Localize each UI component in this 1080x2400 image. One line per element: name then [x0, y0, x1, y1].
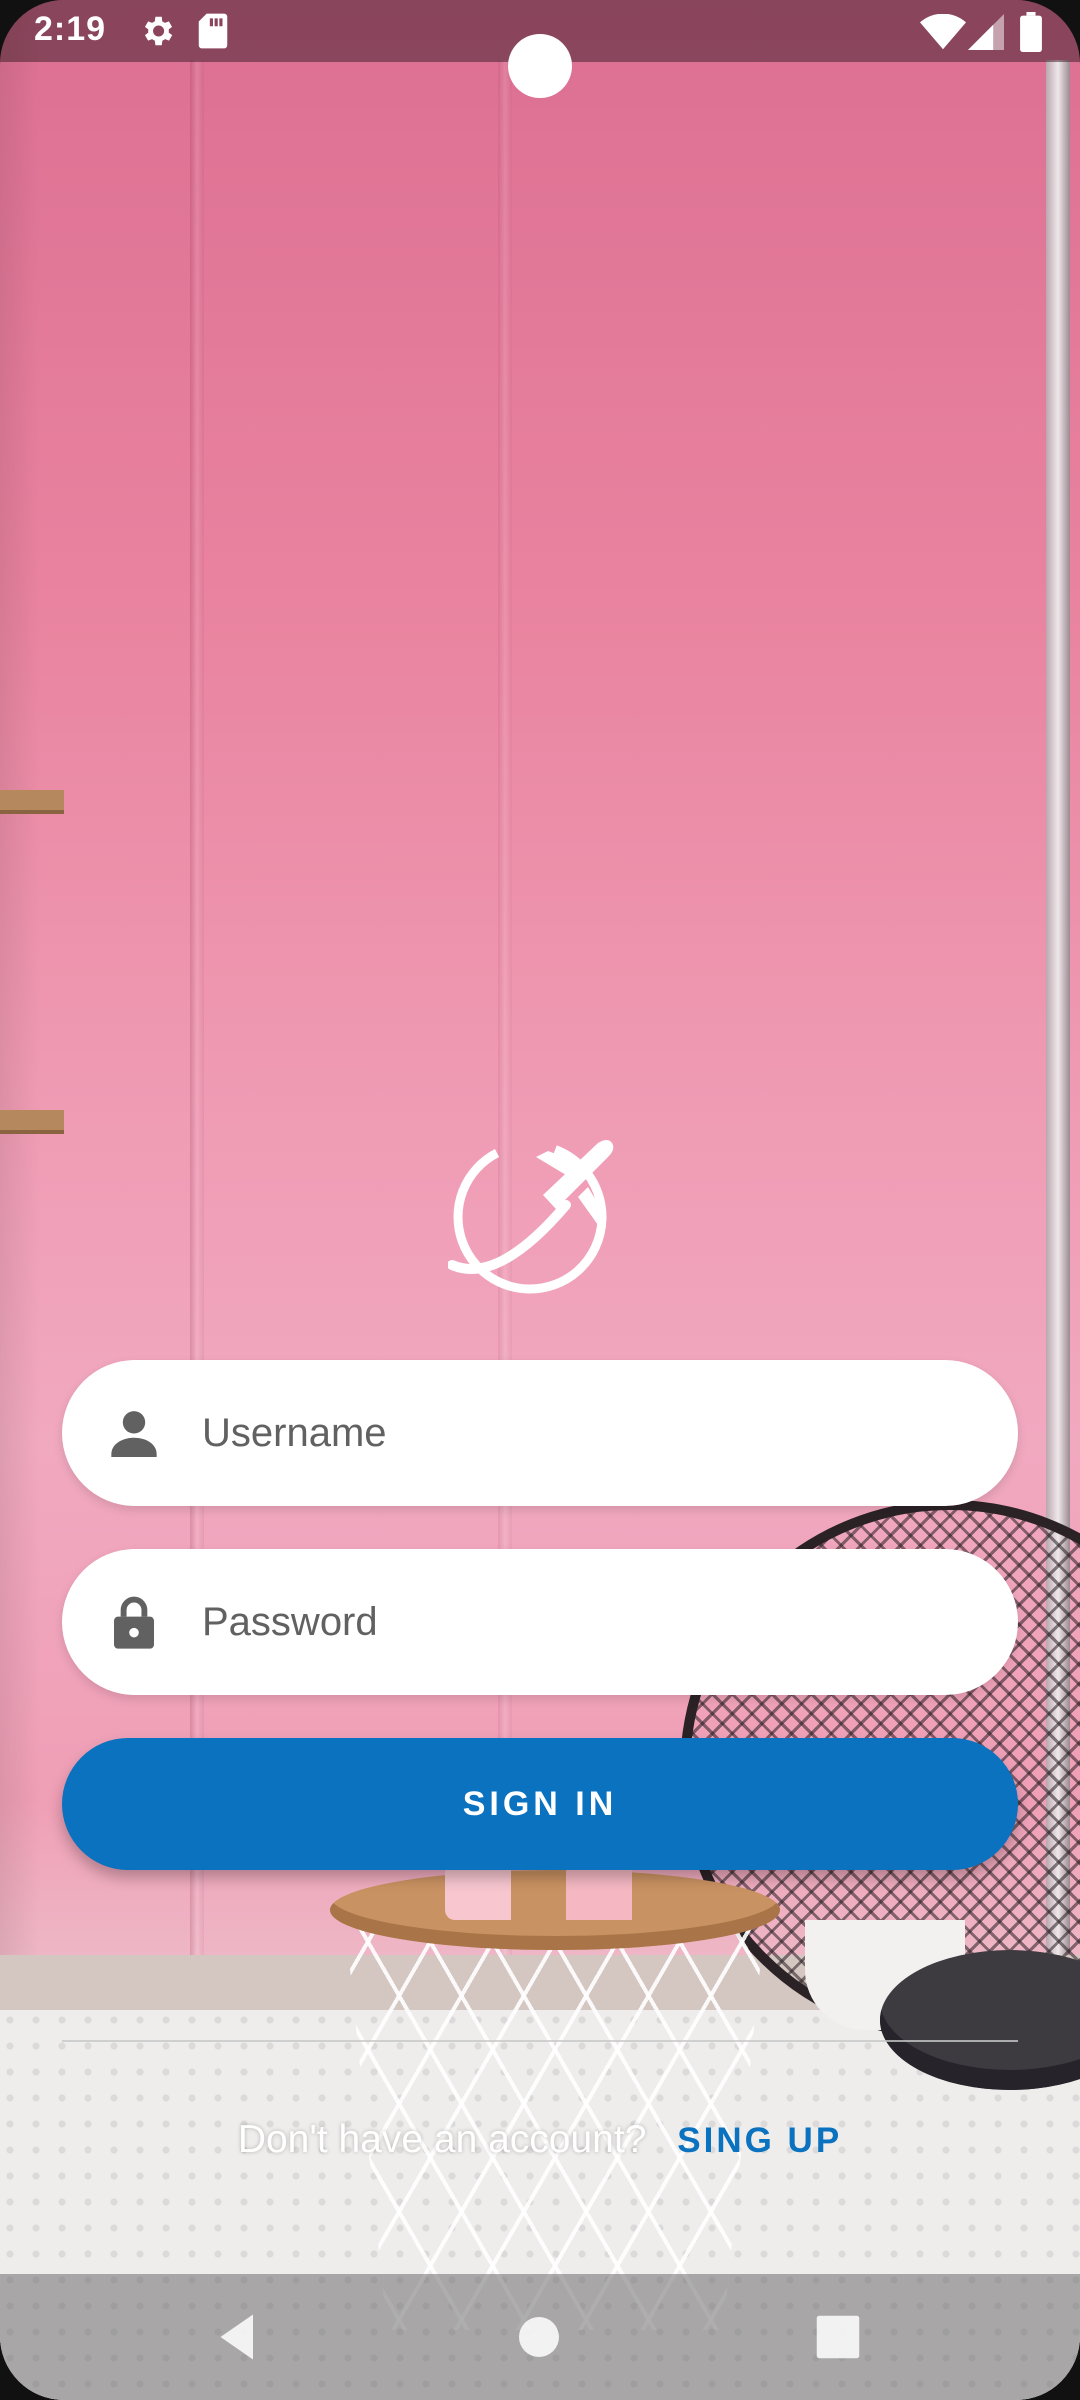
recent-apps-icon[interactable] — [808, 2307, 868, 2367]
status-time: 2:19 — [34, 10, 107, 48]
sign-in-button[interactable]: SIGN IN — [62, 1738, 1018, 1870]
signal-icon — [968, 14, 1004, 55]
sd-card-icon — [196, 12, 230, 55]
login-screen: 2:19 Username SIGN IN Don't have an acco… — [0, 0, 1080, 2400]
wall-shelf — [0, 790, 64, 810]
person-icon — [102, 1401, 166, 1465]
wifi-icon — [920, 13, 966, 55]
username-input[interactable] — [200, 1360, 982, 1506]
signup-row: Don't have an account? SING UP — [0, 2118, 1080, 2178]
settings-icon — [138, 12, 176, 55]
signup-prompt-text: Don't have an account? — [237, 2118, 647, 2161]
navigation-bar — [0, 2274, 1080, 2400]
username-field[interactable] — [62, 1360, 1018, 1506]
globe-airplane-logo-icon — [447, 1135, 628, 1295]
camera-cutout — [508, 34, 572, 98]
home-icon[interactable] — [509, 2307, 569, 2367]
wall-shelf — [0, 1110, 64, 1130]
password-input[interactable] — [200, 1549, 982, 1695]
back-icon[interactable] — [208, 2307, 268, 2367]
password-field[interactable] — [62, 1549, 1018, 1695]
battery-icon — [1020, 12, 1042, 57]
lock-icon — [102, 1590, 166, 1654]
divider — [62, 2040, 1018, 2042]
sign-up-link[interactable]: SING UP — [677, 2121, 842, 2161]
